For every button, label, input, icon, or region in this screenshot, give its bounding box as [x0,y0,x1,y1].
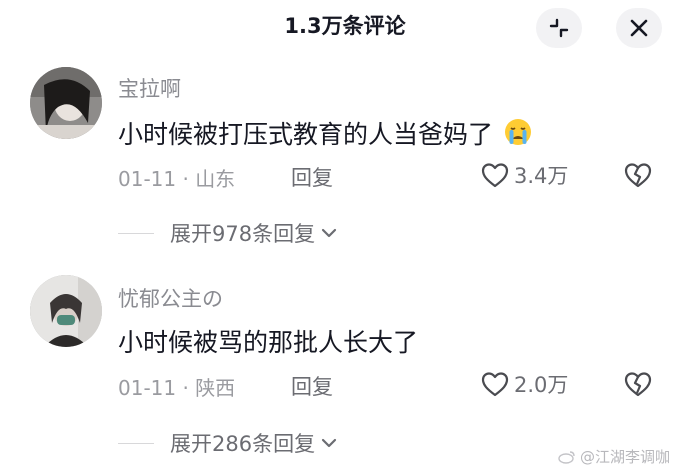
expand-replies-label: 展开978条回复 [170,222,316,246]
comments-count-title: 1.3万条评论 [284,14,406,38]
heart-outline-icon [481,163,509,188]
broken-heart-icon [624,163,652,188]
like-button[interactable]: 3.4万 [480,160,568,190]
collapse-corners-icon [549,18,569,38]
crying-face-emoji [504,119,531,145]
divider-line [118,232,154,234]
comment-username[interactable]: 宝拉啊 [118,73,181,103]
avatar[interactable] [30,275,102,347]
chevron-down-icon [321,228,337,238]
comment-username[interactable]: 忧郁公主の [118,283,223,313]
close-icon [630,19,648,37]
expand-replies-button[interactable]: 展开978条回复 [118,218,339,248]
dislike-button[interactable] [622,369,654,403]
like-count: 2.0万 [514,373,569,397]
comment-text-content: 小时候被骂的那批人长大了 [118,328,419,357]
comment-text: 小时候被骂的那批人长大了 [118,323,418,359]
like-count: 3.4万 [514,164,569,188]
watermark: @江湖李调咖 [558,446,670,467]
reply-button[interactable]: 回复 [291,162,333,192]
watermark-text: @江湖李调咖 [580,448,671,466]
expand-button[interactable] [536,8,582,48]
expand-replies-label: 展开286条回复 [170,432,316,456]
avatar-image [30,67,102,139]
dislike-button[interactable] [622,160,654,194]
close-button[interactable] [616,8,662,48]
reply-button[interactable]: 回复 [291,371,333,401]
heart-outline-icon [481,372,509,397]
comment-date-location: 01-11 · 山东 [118,167,236,191]
comment-date-location: 01-11 · 陕西 [118,376,236,400]
chevron-down-icon [321,438,337,448]
comments-header: 1.3万条评论 [0,0,690,52]
comment-text-content: 小时候被打压式教育的人当爸妈了 [118,120,494,149]
avatar-image [30,275,102,347]
expand-replies-button[interactable]: 展开286条回复 [118,428,339,458]
divider-line [118,442,154,444]
like-button[interactable]: 2.0万 [480,369,568,399]
avatar[interactable] [30,67,102,139]
broken-heart-icon [624,372,652,397]
weibo-logo-icon [558,450,575,464]
comment-text: 小时候被打压式教育的人当爸妈了 [118,115,533,151]
